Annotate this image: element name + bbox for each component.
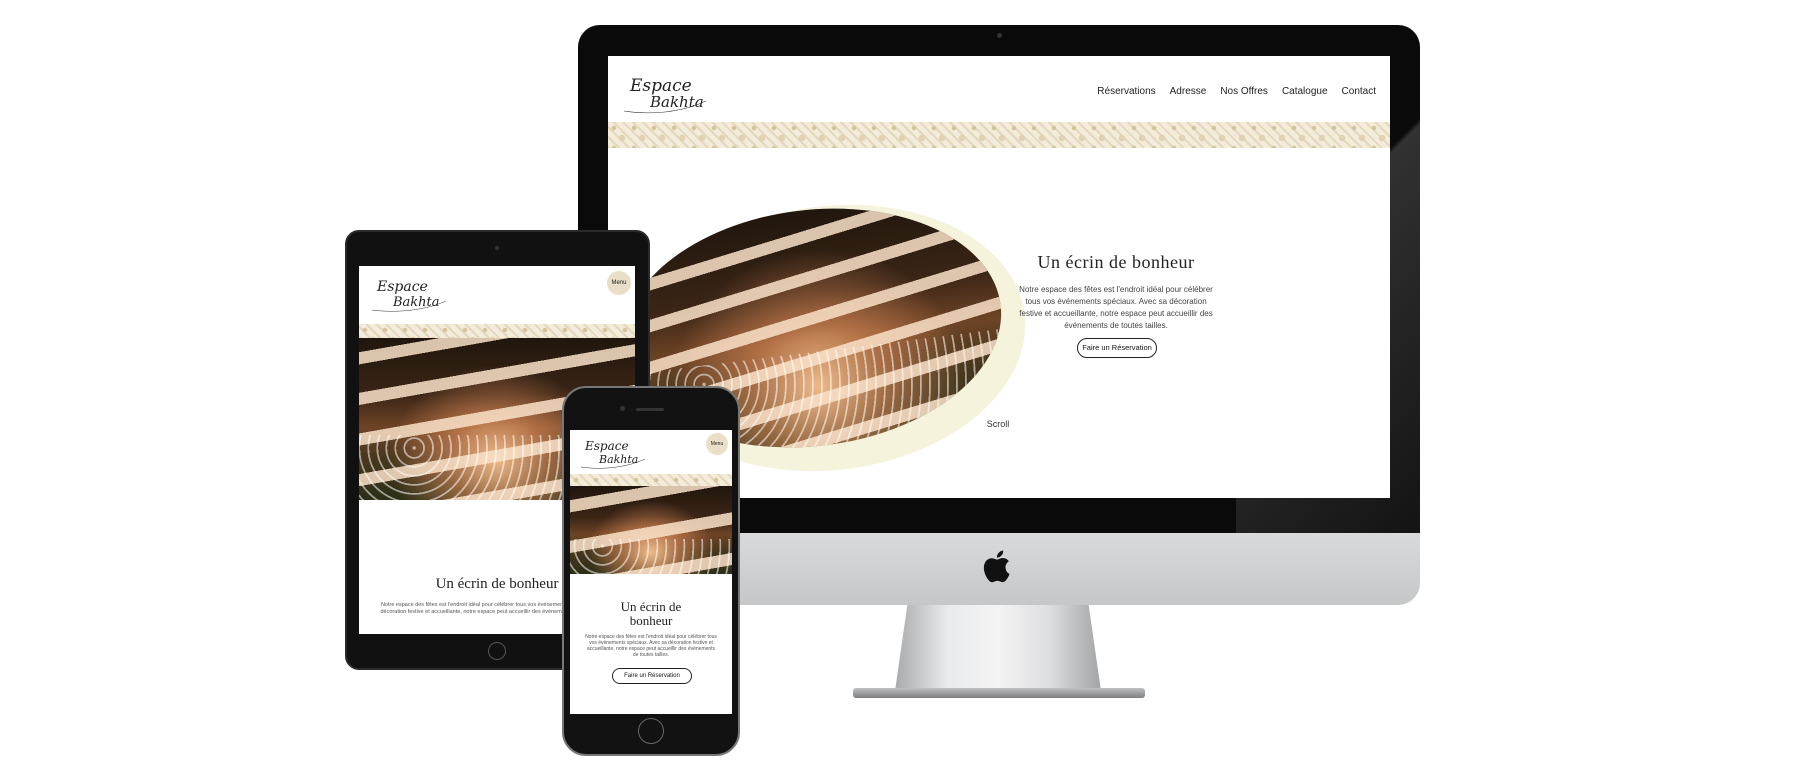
phone-hero-description: Notre espace des fêtes est l'endroit idé…	[585, 634, 717, 658]
phone-hero-title: Un écrin de bonheur	[570, 600, 732, 628]
nav-nos-offres[interactable]: Nos Offres	[1220, 86, 1268, 97]
site-logo[interactable]: Espace Bakhta	[620, 71, 710, 117]
phone-camera	[620, 406, 625, 411]
nav-adresse[interactable]: Adresse	[1170, 86, 1207, 97]
logo-word-2: Bakhta	[649, 93, 704, 111]
tablet-logo-word-1: Espace	[376, 279, 428, 295]
phone-speaker	[636, 408, 664, 411]
tablet-menu-button[interactable]: Menu	[607, 271, 631, 295]
phone-menu-button[interactable]: Menu	[706, 433, 728, 455]
tablet-lace-banner	[359, 324, 635, 338]
phone-hero-title-line-2: bonheur	[629, 613, 673, 628]
tablet-camera	[495, 246, 499, 250]
imac-stand	[895, 605, 1101, 691]
phone-logo-word-1: Espace	[584, 439, 629, 453]
phone-hero-title-line-1: Un écrin de	[620, 599, 682, 614]
tablet-site-logo[interactable]: Espace Bakhta	[369, 274, 449, 314]
phone-site-logo[interactable]: Espace Bakhta	[578, 436, 648, 470]
phone-reservation-button[interactable]: Faire un Réservation	[612, 668, 692, 684]
nav-reservations[interactable]: Réservations	[1097, 86, 1155, 97]
scroll-hint[interactable]: Scroll	[978, 419, 1018, 429]
hero-description: Notre espace des fêtes est l'endroit idé…	[1019, 285, 1213, 330]
imac-camera	[997, 33, 1002, 38]
reservation-button[interactable]: Faire un Réservation	[1077, 338, 1157, 358]
phone-home-button	[638, 718, 664, 744]
apple-logo-icon	[983, 550, 1010, 583]
hero-title: Un écrin de bonheur	[1037, 252, 1195, 272]
nav-catalogue[interactable]: Catalogue	[1282, 86, 1328, 97]
lace-banner	[608, 122, 1390, 148]
phone-logo-word-2: Bakhta	[598, 453, 638, 466]
phone-hero-photo	[570, 486, 732, 574]
phone-lace-banner	[570, 474, 732, 486]
phone-site-screen: Espace Bakhta Menu Un écrin de bonheur N…	[570, 430, 732, 714]
tablet-logo-word-2: Bakhta	[392, 295, 440, 310]
imac-foot	[853, 688, 1145, 698]
main-nav: Réservations Adresse Nos Offres Catalogu…	[1097, 86, 1376, 97]
nav-contact[interactable]: Contact	[1342, 86, 1376, 97]
tablet-home-button	[488, 642, 506, 660]
